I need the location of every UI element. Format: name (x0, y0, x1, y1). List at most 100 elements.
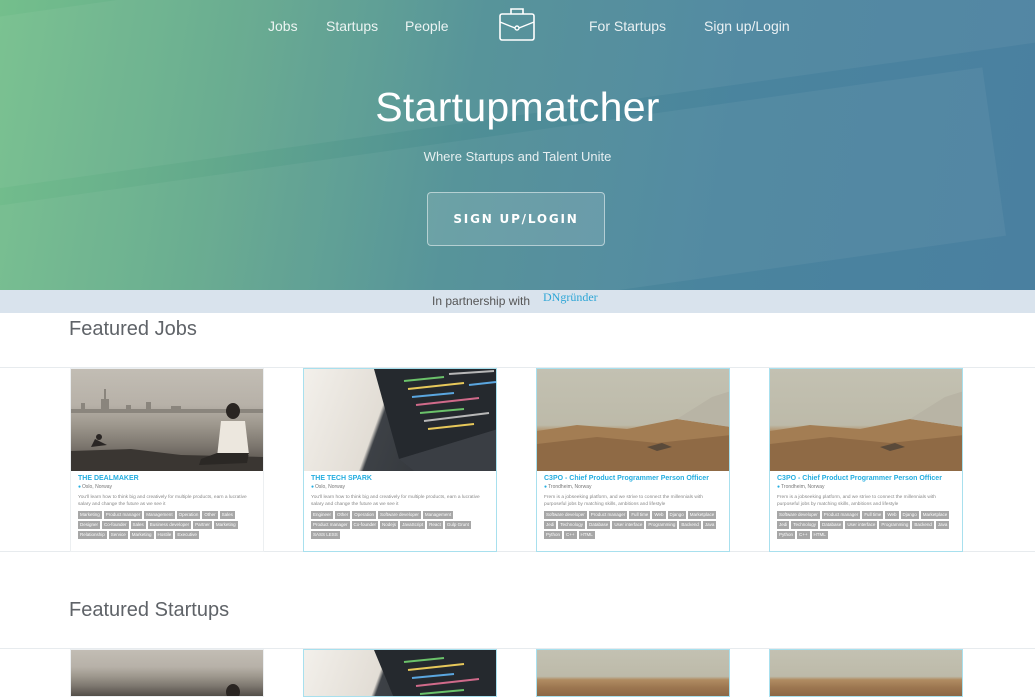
nav-people[interactable]: People (405, 18, 449, 34)
location-pin-icon: ● (311, 484, 315, 490)
partnership-text: In partnership with (432, 294, 531, 308)
job-location: ●Trondheim, Norway (777, 484, 825, 490)
tag: Operation (176, 511, 201, 519)
job-card-image (71, 369, 263, 471)
location-pin-icon: ● (777, 484, 781, 490)
job-description: Frem is a jobseeking platform, and we st… (544, 495, 703, 507)
tag: Marketing (129, 531, 154, 539)
job-location: ●Oslo, Norway (311, 484, 346, 490)
startup-card-image (770, 650, 962, 696)
tag: Relationship (78, 531, 107, 539)
featured-startups-title: Featured Startups (69, 599, 230, 621)
tag: Co-founder (102, 521, 129, 529)
tag: Technology (791, 521, 819, 529)
tag: Product manager (103, 511, 143, 519)
tag: Django (900, 511, 919, 519)
tag: Web (652, 511, 666, 519)
tag: Executive (175, 531, 199, 539)
startup-card-image (537, 650, 729, 696)
tag: Software developer (544, 511, 587, 519)
desert-image (537, 391, 729, 471)
startup-card[interactable] (769, 649, 963, 697)
laptop-code-image (374, 369, 496, 471)
job-tags: Engineer Other Operation Software develo… (304, 508, 496, 541)
nav-jobs[interactable]: Jobs (268, 18, 298, 34)
tag: SASS LESS (311, 531, 340, 539)
job-card[interactable]: C3PO - Chief Product Programmer Person O… (536, 368, 730, 552)
job-tags: Software developer Product manager Full … (770, 508, 962, 541)
job-title[interactable]: THE DEALMAKER (71, 471, 263, 482)
job-card[interactable]: THE TECH SPARK ●Oslo, Norway You'll lear… (303, 368, 497, 552)
partnership-bar: In partnership with DNgründer (0, 290, 1035, 313)
tag: Database (587, 521, 611, 529)
dngrunder-logo[interactable]: DNgründer (543, 290, 598, 305)
job-card[interactable]: C3PO - Chief Product Programmer Person O… (769, 368, 963, 552)
startup-card[interactable] (70, 649, 264, 697)
tag: User interface (845, 521, 878, 529)
tag: Sales (219, 511, 235, 519)
job-card-image (537, 369, 729, 471)
skyline-image (226, 684, 240, 696)
nav-startups[interactable]: Startups (326, 18, 378, 34)
tag: Nodejs (380, 521, 399, 529)
job-card[interactable]: THE DEALMAKER ●Oslo, Norway You'll learn… (70, 368, 264, 552)
job-card-image (770, 369, 962, 471)
job-card-image (304, 369, 496, 471)
tag: Python (544, 531, 563, 539)
tag: Database (820, 521, 844, 529)
tag: Business developer (147, 521, 192, 529)
tag: Operation (352, 511, 377, 519)
tag: HTML (578, 531, 595, 539)
tag: Gulp Grunt (444, 521, 471, 529)
tag: Product manager (588, 511, 628, 519)
job-location: ●Trondheim, Norway (544, 484, 592, 490)
tag: Designer (78, 521, 101, 529)
desert-image (770, 391, 962, 471)
nav-signup-login[interactable]: Sign up/Login (704, 18, 790, 34)
tag: React (427, 521, 443, 529)
job-description: Frem is a jobseeking platform, and we st… (777, 495, 936, 507)
tag: Full time (862, 511, 884, 519)
startup-card[interactable] (303, 649, 497, 697)
featured-jobs-title: Featured Jobs (69, 318, 197, 340)
tag: C++ (564, 531, 577, 539)
startup-card-image (304, 650, 496, 696)
job-tags: Software developer Product manager Full … (537, 508, 729, 541)
tag: Java (935, 521, 950, 529)
startup-card[interactable] (536, 649, 730, 697)
signup-login-button[interactable]: SIGN UP/LOGIN (427, 192, 605, 246)
tag: Hostile (155, 531, 174, 539)
tag: Other (202, 511, 218, 519)
tag: Marketing (78, 511, 102, 519)
job-title[interactable]: C3PO - Chief Product Programmer Person O… (770, 471, 962, 482)
location-pin-icon: ● (78, 484, 82, 490)
tag: Software developer (378, 511, 421, 519)
job-title[interactable]: THE TECH SPARK (304, 471, 496, 482)
tag: JavaScript (400, 521, 426, 529)
tag: Other (335, 511, 351, 519)
skyline-image (71, 389, 263, 471)
tag: Django (667, 511, 686, 519)
tag: Programming (646, 521, 678, 529)
tag: Programming (879, 521, 911, 529)
tag: User interface (612, 521, 645, 529)
job-description: You'll learn how to think big and creati… (311, 495, 480, 507)
job-tags: Marketing Product manager Management Ope… (71, 508, 263, 541)
tag: Sales (130, 521, 146, 529)
tag: Full time (629, 511, 651, 519)
tag: Marketing (213, 521, 238, 529)
briefcase-logo-icon[interactable] (498, 4, 536, 42)
job-description: You'll learn how to think big and creati… (78, 495, 247, 507)
startup-card-image (71, 650, 263, 696)
tag: Web (885, 511, 899, 519)
hero-title: Startupmatcher (375, 84, 660, 130)
tag: Partner (193, 521, 212, 529)
tag: Jedi (544, 521, 557, 529)
job-location: ●Oslo, Norway (78, 484, 113, 490)
nav-for-startups[interactable]: For Startups (589, 18, 666, 34)
tag: Management (144, 511, 175, 519)
job-title[interactable]: C3PO - Chief Product Programmer Person O… (537, 471, 729, 482)
tag: Management (422, 511, 454, 519)
top-nav: Jobs Startups People For Startups Sign u… (0, 0, 1035, 50)
location-pin-icon: ● (544, 484, 548, 490)
